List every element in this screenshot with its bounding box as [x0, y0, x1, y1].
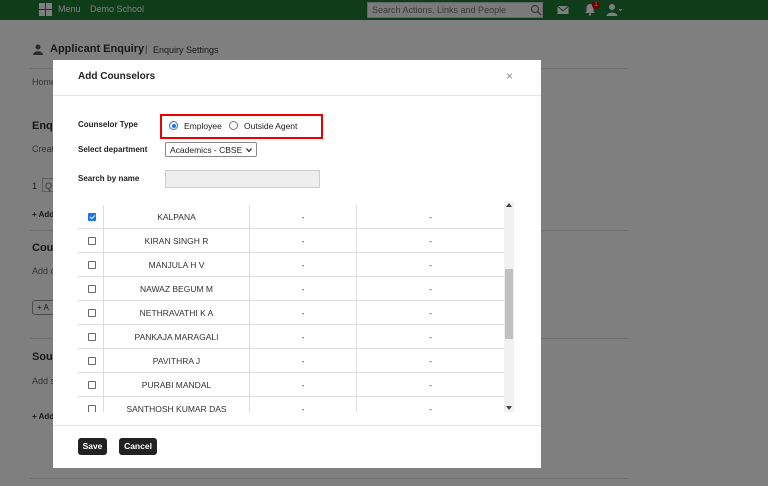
- counselor-name: MANJULA H V: [103, 253, 250, 277]
- counselor-col3: -: [429, 380, 432, 390]
- cancel-button[interactable]: Cancel: [119, 438, 157, 455]
- row-checkbox[interactable]: [88, 237, 96, 245]
- counselor-col2: -: [250, 301, 357, 325]
- search-by-name-label: Search by name: [78, 174, 140, 183]
- row-checkbox[interactable]: [88, 333, 96, 341]
- list-scrollbar[interactable]: [504, 201, 514, 412]
- chevron-down-icon: [246, 148, 252, 153]
- counselor-col2: -: [250, 205, 357, 229]
- counselor-name: KALPANA: [103, 205, 250, 229]
- department-select[interactable]: Academics - CBSE: [165, 142, 257, 157]
- row-checkbox[interactable]: [88, 213, 96, 221]
- table-row[interactable]: KALPANA - -: [78, 205, 504, 229]
- counselor-col3: -: [429, 308, 432, 318]
- counselor-col2: -: [250, 373, 357, 397]
- counselor-col3: -: [429, 260, 432, 270]
- counselor-col2: -: [250, 325, 357, 349]
- counselor-name: NETHRAVATHI K A: [103, 301, 250, 325]
- counselor-col3: -: [429, 236, 432, 246]
- counselor-type-highlight: Employee Outside Agent: [160, 114, 323, 139]
- counselor-name: KIRAN SINGH R: [103, 229, 250, 253]
- row-checkbox[interactable]: [88, 405, 96, 412]
- close-icon[interactable]: ×: [506, 69, 513, 83]
- table-row[interactable]: MANJULA H V--: [78, 253, 504, 277]
- scroll-down-arrow-icon[interactable]: [506, 406, 512, 410]
- outside-agent-radio[interactable]: [229, 121, 238, 130]
- scroll-thumb[interactable]: [505, 269, 513, 339]
- counselor-col3: -: [429, 332, 432, 342]
- counselor-name: PURABI MANDAL: [103, 373, 250, 397]
- row-checkbox[interactable]: [88, 261, 96, 269]
- department-select-value: Academics - CBSE: [170, 145, 243, 155]
- save-button[interactable]: Save: [78, 438, 107, 455]
- table-row[interactable]: PANKAJA MARAGALI - -: [78, 325, 504, 349]
- row-checkbox[interactable]: [88, 381, 96, 389]
- table-row[interactable]: NETHRAVATHI K A--: [78, 301, 504, 325]
- employee-radio-label[interactable]: Employee: [184, 121, 222, 131]
- outside-agent-radio-label[interactable]: Outside Agent: [244, 121, 297, 131]
- counselor-col2: -: [250, 229, 357, 253]
- counselor-col3: -: [429, 212, 432, 222]
- search-by-name-input[interactable]: [165, 170, 320, 188]
- modal-footer-divider: [53, 425, 541, 426]
- counselor-name: NAWAZ BEGUM M: [103, 277, 250, 301]
- counselor-col2: -: [250, 349, 357, 373]
- add-counselors-modal: Add Counselors × Counselor Type Employee…: [53, 60, 541, 468]
- table-row[interactable]: SANTHOSH KUMAR DAS - -: [78, 397, 504, 412]
- row-checkbox[interactable]: [88, 285, 96, 293]
- counselor-type-label: Counselor Type: [78, 120, 138, 129]
- table-row[interactable]: PURABI MANDAL - -: [78, 373, 504, 397]
- table-row[interactable]: PAVITHRA J--: [78, 349, 504, 373]
- row-checkbox[interactable]: [88, 357, 96, 365]
- counselor-name: SANTHOSH KUMAR DAS: [103, 397, 250, 412]
- scroll-up-arrow-icon[interactable]: [506, 203, 512, 207]
- counselor-col2: -: [250, 277, 357, 301]
- counselor-name: PANKAJA MARAGALI: [103, 325, 250, 349]
- counselor-col3: -: [429, 284, 432, 294]
- row-checkbox[interactable]: [88, 309, 96, 317]
- counselor-col2: -: [250, 397, 357, 412]
- counselor-list[interactable]: KALPANA - - KIRAN SINGH R - - MANJULA H V - - NAW…: [78, 201, 516, 412]
- modal-title: Add Counselors: [78, 71, 156, 82]
- counselor-col2: -: [250, 253, 357, 277]
- department-label: Select department: [78, 145, 148, 154]
- modal-header-divider: [53, 95, 541, 96]
- counselor-name: PAVITHRA J: [103, 349, 250, 373]
- counselor-col3: -: [429, 404, 432, 412]
- counselor-col3: -: [429, 356, 432, 366]
- employee-radio[interactable]: [169, 121, 178, 130]
- table-row[interactable]: NAWAZ BEGUM M--: [78, 277, 504, 301]
- table-row[interactable]: KIRAN SINGH R--: [78, 229, 504, 253]
